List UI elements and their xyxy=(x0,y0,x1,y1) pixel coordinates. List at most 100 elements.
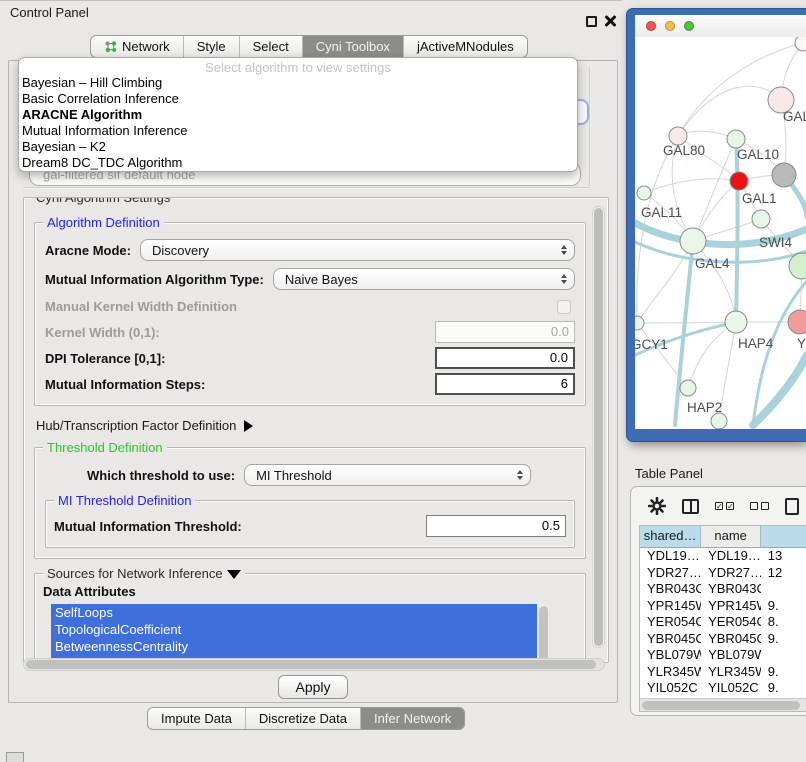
select-all-checkboxes-icon[interactable]: ✓✓ xyxy=(715,502,734,510)
sources-group-title[interactable]: Sources for Network Inference xyxy=(43,566,245,581)
node-label: Y xyxy=(797,336,806,351)
table-row[interactable]: YER054CYER054C8. xyxy=(640,614,806,631)
mac-minimize-button[interactable] xyxy=(665,21,675,31)
network-node[interactable] xyxy=(635,316,644,330)
algorithm-option[interactable]: Bayesian – Hill Climbing xyxy=(19,75,577,91)
network-canvas[interactable]: GALGAL80GAL10GAL1GAL11GAL4SWI4GCY1HAP4YH… xyxy=(635,37,806,429)
tab-impute-data[interactable]: Impute Data xyxy=(148,708,246,729)
network-node[interactable] xyxy=(680,380,696,396)
tab-select[interactable]: Select xyxy=(240,36,303,57)
table-body: YDL19…YDL19…13YDR27…YDR27…12YBR043CYBR04… xyxy=(640,548,806,698)
table-row[interactable]: YBR045CYBR045C9. xyxy=(640,631,806,648)
aracne-mode-label: Aracne Mode: xyxy=(45,243,131,258)
scrollbar-thumb[interactable] xyxy=(539,606,548,663)
network-node[interactable] xyxy=(725,311,747,333)
network-node[interactable] xyxy=(727,130,745,148)
mi-type-label: Mutual Information Algorithm Type: xyxy=(45,272,264,287)
table-cell: YBR043C xyxy=(640,581,701,598)
algorithm-list: Bayesian – Hill ClimbingBasic Correlatio… xyxy=(19,75,577,171)
network-node[interactable] xyxy=(711,413,727,429)
attribute-item[interactable]: SelfLoops xyxy=(51,604,549,621)
table-row[interactable]: YDR27…YDR27…12 xyxy=(640,565,806,582)
table-row[interactable]: YDL19…YDL19…13 xyxy=(640,548,806,565)
network-node[interactable] xyxy=(730,172,748,190)
mi-steps-field[interactable]: 6 xyxy=(435,373,575,395)
table-horizontal-scrollbar[interactable] xyxy=(640,698,806,711)
gear-icon[interactable] xyxy=(648,497,666,515)
tab-infer-network[interactable]: Infer Network xyxy=(361,708,464,729)
tab-style[interactable]: Style xyxy=(184,36,240,57)
mac-close-button[interactable] xyxy=(646,21,656,31)
algorithm-dropdown-popup: Select algorithm to view settings Bayesi… xyxy=(18,57,578,172)
scrollbar-thumb[interactable] xyxy=(594,208,603,646)
algorithm-option[interactable]: Dream8 DC_TDC Algorithm xyxy=(19,155,577,171)
stepper-icon xyxy=(559,245,569,255)
which-threshold-combo[interactable]: MI Threshold xyxy=(244,464,531,486)
network-node[interactable] xyxy=(637,186,651,200)
node-label: HAP4 xyxy=(738,336,774,351)
column-header[interactable]: name xyxy=(701,526,761,548)
settings-vertical-scrollbar[interactable] xyxy=(592,206,605,648)
algorithm-option[interactable]: Bayesian – K2 xyxy=(19,139,577,155)
table-toolbar: ✓✓ xyxy=(631,487,806,525)
table-row[interactable]: YLR345WYLR345W9. xyxy=(640,664,806,681)
data-attributes-list[interactable]: SelfLoopsTopologicalCoefficientBetweenne… xyxy=(51,604,549,663)
collapse-down-icon[interactable] xyxy=(227,570,241,579)
attribute-item[interactable]: TopologicalCoefficient xyxy=(51,621,549,638)
mi-threshold-group-title: MI Threshold Definition xyxy=(54,493,195,508)
tab-network[interactable]: Network xyxy=(91,36,184,57)
aracne-mode-combo[interactable]: Discovery xyxy=(140,239,575,261)
network-edge xyxy=(678,86,781,136)
column-header[interactable]: shared… xyxy=(640,526,701,548)
network-node[interactable] xyxy=(772,163,796,187)
table-cell: YBR045C xyxy=(701,631,761,648)
network-node[interactable] xyxy=(680,228,706,254)
list-vertical-scrollbar[interactable] xyxy=(537,604,549,663)
deselect-all-checkboxes-icon[interactable] xyxy=(750,502,769,510)
kernel-width-field[interactable]: 0.0 xyxy=(435,321,575,343)
table-cell: YER054C xyxy=(640,614,701,631)
mi-threshold-field[interactable]: 0.5 xyxy=(426,515,566,537)
algorithm-option[interactable]: Mutual Information Inference xyxy=(19,123,577,139)
apply-button[interactable]: Apply xyxy=(278,675,348,699)
node-label: GAL11 xyxy=(641,205,682,220)
close-icon[interactable] xyxy=(604,15,616,27)
cyni-algorithm-settings-group: Cyni Algorithm Settings Algorithm Defini… xyxy=(23,197,609,663)
column-header[interactable] xyxy=(761,526,806,548)
columns-icon[interactable] xyxy=(682,499,699,514)
minimized-panel-icon[interactable] xyxy=(6,752,24,762)
network-node[interactable] xyxy=(795,37,806,51)
node-table: shared…name YDL19…YDL19…13YDR27…YDR27…12… xyxy=(639,525,806,712)
table-row[interactable]: YPR145WYPR145W9. xyxy=(640,598,806,615)
which-threshold-value: MI Threshold xyxy=(256,468,515,483)
float-window-icon[interactable] xyxy=(586,16,597,27)
tab-jactivemnodules[interactable]: jActiveMNodules xyxy=(404,36,527,57)
control-panel-titlebar: Control Panel xyxy=(0,0,622,24)
export-table-icon[interactable] xyxy=(785,498,799,515)
network-edge xyxy=(736,139,738,322)
table-cell: YBL079W xyxy=(640,647,701,664)
table-row[interactable]: YBL079WYBL079W xyxy=(640,647,806,664)
network-window-titlebar[interactable] xyxy=(635,15,806,37)
scrollbar-thumb[interactable] xyxy=(642,701,800,710)
algorithm-option[interactable]: Basic Correlation Inference xyxy=(19,91,577,107)
network-node[interactable] xyxy=(752,210,770,228)
tab-discretize-data[interactable]: Discretize Data xyxy=(246,708,361,729)
algorithm-option[interactable]: ARACNE Algorithm xyxy=(19,107,577,123)
hub-definition-toggle[interactable]: Hub/Transcription Factor Definition xyxy=(36,418,586,433)
settings-horizontal-scrollbar[interactable] xyxy=(23,658,605,671)
dpi-tolerance-field[interactable]: 0.0 xyxy=(435,347,575,369)
table-row[interactable]: YIL052CYIL052C9. xyxy=(640,680,806,697)
tab-cyni-toolbox[interactable]: Cyni Toolbox xyxy=(303,36,404,57)
attribute-item[interactable]: BetweennessCentrality xyxy=(51,638,549,655)
node-label: GAL10 xyxy=(737,147,779,162)
mac-zoom-button[interactable] xyxy=(684,21,694,31)
scrollbar-thumb[interactable] xyxy=(26,660,596,669)
expand-right-icon[interactable] xyxy=(244,420,253,432)
network-node[interactable] xyxy=(788,310,806,334)
dpi-tolerance-label: DPI Tolerance [0,1]: xyxy=(45,351,165,366)
sources-group: Sources for Network Inference Data Attri… xyxy=(34,573,586,663)
mi-algorithm-type-combo[interactable]: Naive Bayes xyxy=(273,268,575,290)
manual-kernel-checkbox[interactable] xyxy=(557,300,571,314)
table-row[interactable]: YBR043CYBR043C xyxy=(640,581,806,598)
